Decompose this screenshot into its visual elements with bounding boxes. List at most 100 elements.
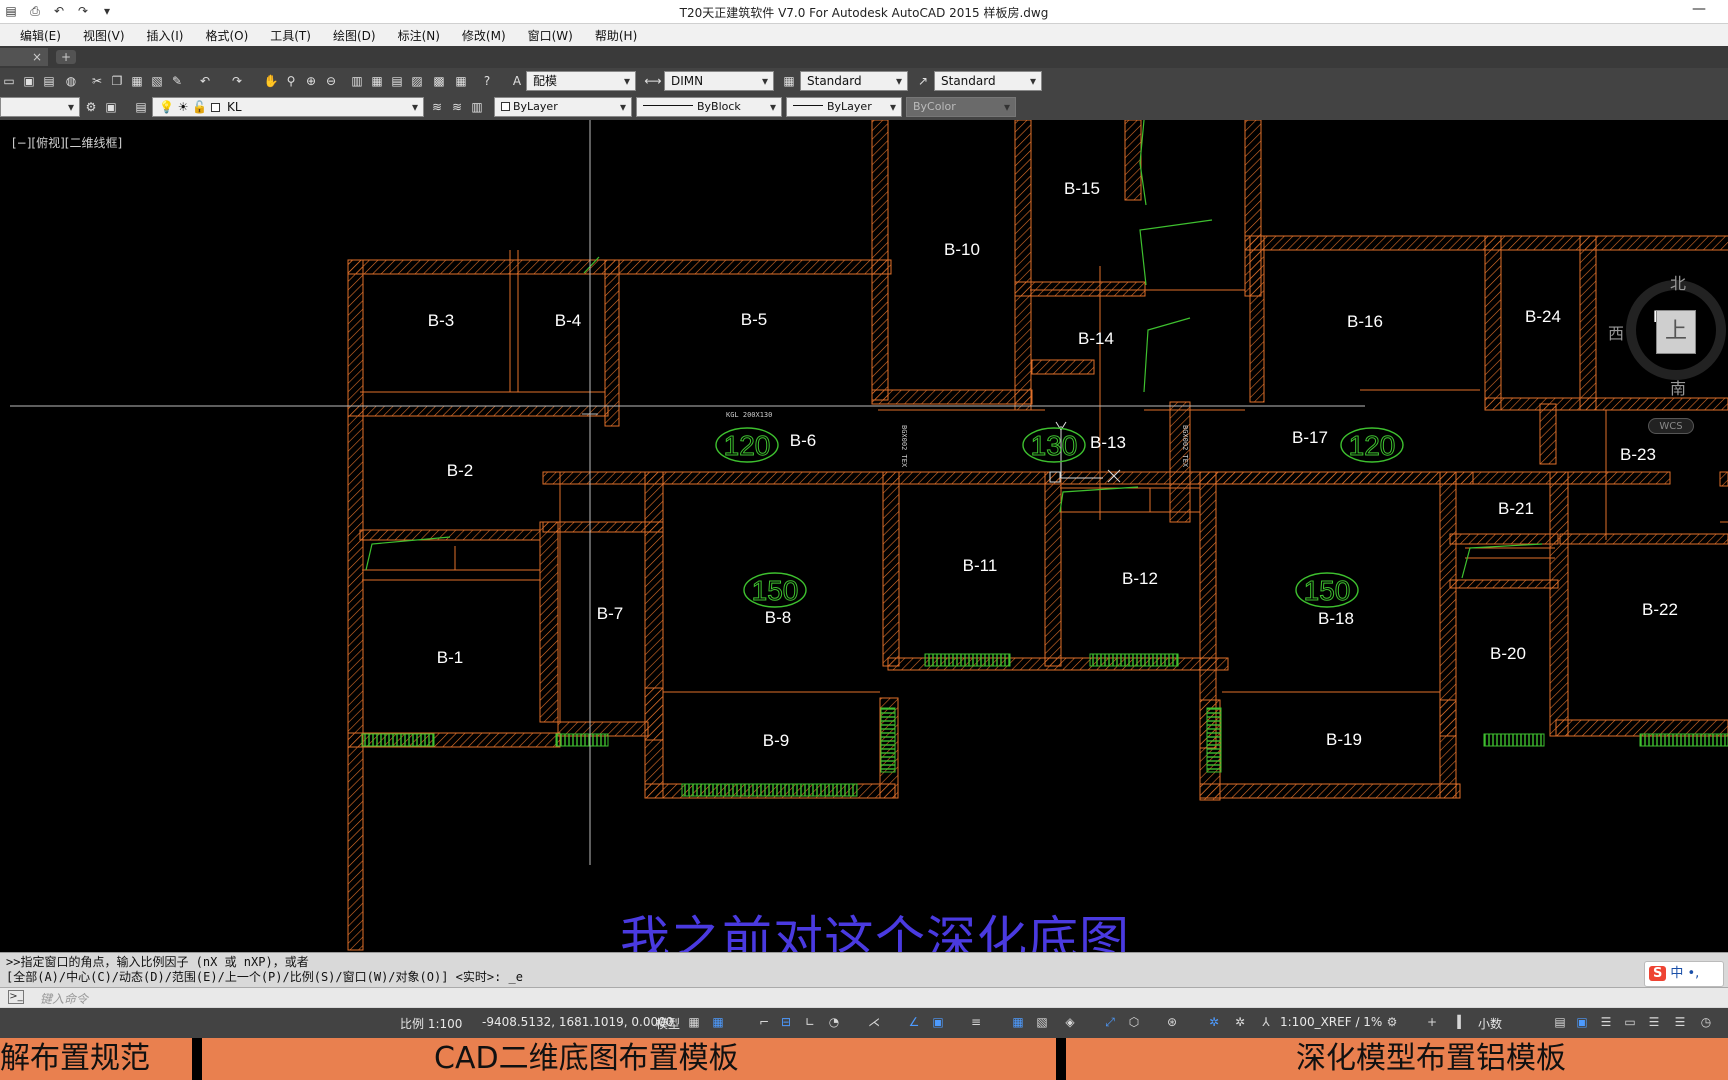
ortho-icon[interactable]: ∟ [802, 1014, 818, 1030]
dynamic-ucs-icon[interactable]: ⤢ [1102, 1014, 1118, 1030]
cut-icon[interactable]: ✂ [88, 72, 106, 90]
menu-view[interactable]: 视图(V) [83, 27, 125, 44]
lineweight-icon[interactable]: ≡ [968, 1014, 984, 1030]
customization-icon[interactable]: ☰ [1672, 1014, 1688, 1030]
multileader-style-select[interactable]: Standard ▾ [934, 71, 1042, 91]
isometric-icon[interactable]: ⋌ [866, 1014, 882, 1030]
units-icon[interactable]: ▍ [1454, 1014, 1470, 1030]
linetype-select[interactable]: ByBlock ▾ [636, 97, 782, 117]
menu-edit[interactable]: 编辑(E) [20, 27, 61, 44]
object-snap-tracking-icon[interactable]: ∠ [906, 1014, 922, 1030]
table-style-select[interactable]: Standard ▾ [800, 71, 908, 91]
selection-filter-icon[interactable]: ⬡ [1126, 1014, 1142, 1030]
match-properties-icon[interactable]: ▧ [148, 72, 166, 90]
menu-dimension[interactable]: 标注(N) [398, 27, 440, 44]
minimize-button[interactable]: — [1684, 0, 1714, 22]
copy-icon[interactable]: ❐ [108, 72, 126, 90]
menu-draw[interactable]: 绘图(D) [333, 27, 376, 44]
make-current-layer-icon[interactable]: ≋ [428, 98, 446, 116]
viewcube[interactable]: 北 西 南 上 WCS [1608, 270, 1728, 440]
compass-west[interactable]: 西 [1608, 320, 1624, 344]
tool-palettes-icon[interactable]: ▤ [388, 72, 406, 90]
viewport-icon[interactable]: ▣ [102, 98, 120, 116]
layer-select[interactable]: 💡 ☀ 🔓 KL ▾ [152, 97, 424, 117]
drawing-canvas[interactable]: 120 130 120 150 150 B-1 B-2 B-3 B-4 B-5 B-6 B-7 B-8… [0, 120, 1728, 954]
publish-icon[interactable]: ◍ [62, 72, 80, 90]
undo-icon[interactable]: ↶ [196, 72, 214, 90]
save-icon[interactable]: ▤ [40, 72, 58, 90]
menu-window[interactable]: 窗口(W) [528, 27, 573, 44]
quick-properties-icon[interactable]: ▤ [1552, 1014, 1568, 1030]
pan-icon[interactable]: ✋ [262, 72, 280, 90]
lineweight-select[interactable]: ByLayer ▾ [786, 97, 902, 117]
layer-previous-icon[interactable]: ≋ [448, 98, 466, 116]
3d-osnap-icon[interactable]: ◈ [1062, 1014, 1078, 1030]
layer-state-icon[interactable]: ▥ [468, 98, 486, 116]
sheet-set-icon[interactable]: ▨ [408, 72, 426, 90]
isolate-objects-icon[interactable]: ☰ [1598, 1014, 1614, 1030]
ime-indicator[interactable]: S中 •, [1644, 961, 1724, 987]
units-format[interactable]: 小数 [1478, 1015, 1502, 1032]
close-icon[interactable]: × [32, 50, 42, 64]
gizmo-icon[interactable]: ⊛ [1164, 1014, 1180, 1030]
lock-ui-icon[interactable]: ▣ [1574, 1014, 1590, 1030]
calculator-icon[interactable]: ▦ [452, 72, 470, 90]
gear-icon[interactable]: ⚙ [82, 98, 100, 116]
color-select[interactable]: ByLayer ▾ [494, 97, 632, 117]
command-prompt-icon[interactable]: >_ [8, 990, 24, 1004]
properties-icon[interactable]: ▥ [348, 72, 366, 90]
zoom-realtime-icon[interactable]: ⚲ [282, 72, 300, 90]
compass-north[interactable]: 北 [1670, 270, 1686, 294]
clean-screen-icon[interactable]: ☰ [1646, 1014, 1662, 1030]
snap-icon[interactable]: ▦ [710, 1014, 726, 1030]
command-input[interactable]: >_ 键入命令 [0, 987, 1728, 1007]
cursor-coordinates[interactable]: -9408.5132, 1681.1019, 0.0000 [482, 1015, 673, 1029]
markup-icon[interactable]: ▩ [430, 72, 448, 90]
design-center-icon[interactable]: ▦ [368, 72, 386, 90]
menu-tools[interactable]: 工具(T) [270, 27, 311, 44]
menu-help[interactable]: 帮助(H) [595, 27, 637, 44]
dynamic-input-icon[interactable]: ⊟ [778, 1014, 794, 1030]
dim-style-icon[interactable]: ⟷ [644, 72, 662, 90]
table-style-icon[interactable]: ▦ [780, 72, 798, 90]
zoom-previous-icon[interactable]: ⊖ [322, 72, 340, 90]
xref-scale[interactable]: 1:100_XREF / 1% [1280, 1015, 1382, 1029]
dim-style-select[interactable]: DIMN ▾ [664, 71, 774, 91]
transparency-icon[interactable]: ▦ [1010, 1014, 1026, 1030]
zoom-window-icon[interactable]: ⊕ [302, 72, 320, 90]
workspace-gear-icon[interactable]: ⚙ [1384, 1014, 1400, 1030]
grid-icon[interactable]: ▦ [686, 1014, 702, 1030]
model-space-toggle[interactable]: 模型 [656, 1015, 680, 1032]
menu-format[interactable]: 格式(O) [205, 27, 248, 44]
workspace-select[interactable]: ▾ [0, 97, 80, 117]
annotation-scale-icon[interactable]: ⅄ [1258, 1014, 1274, 1030]
menu-modify[interactable]: 修改(M) [462, 27, 506, 44]
open-icon[interactable]: ▣ [20, 72, 38, 90]
menu-insert[interactable]: 插入(I) [147, 27, 184, 44]
status-menu-icon[interactable]: ◷ [1698, 1014, 1714, 1030]
paste-icon[interactable]: ▦ [128, 72, 146, 90]
infer-constraints-icon[interactable]: ⌐ [756, 1014, 772, 1030]
block-editor-icon[interactable]: ✎ [168, 72, 186, 90]
polar-icon[interactable]: ◔ [826, 1014, 842, 1030]
new-icon[interactable]: ▭ [0, 72, 18, 90]
multileader-style-icon[interactable]: ↗ [914, 72, 932, 90]
redo-icon[interactable]: ↷ [228, 72, 246, 90]
annotation-monitor-icon[interactable]: + [1424, 1014, 1440, 1030]
layer-properties-icon[interactable]: ▤ [132, 98, 150, 116]
help-icon[interactable]: ? [478, 72, 496, 90]
file-tab[interactable]: × [0, 48, 48, 66]
hardware-acceleration-icon[interactable]: ▭ [1622, 1014, 1638, 1030]
annotation-scale[interactable]: 比例 1:100 [400, 1015, 462, 1032]
viewport-controls-label[interactable]: [−][俯视][二维线框] [12, 134, 122, 151]
wcs-menu[interactable]: WCS [1648, 418, 1694, 434]
object-snap-icon[interactable]: ▣ [930, 1014, 946, 1030]
text-style-icon[interactable]: A [508, 72, 526, 90]
text-style-select[interactable]: 配模 ▾ [526, 71, 636, 91]
selection-cycling-icon[interactable]: ▧ [1034, 1014, 1050, 1030]
compass-south[interactable]: 南 [1670, 375, 1686, 399]
viewcube-top-face[interactable]: 上 [1656, 310, 1696, 354]
auto-scale-icon[interactable]: ✲ [1232, 1014, 1248, 1030]
annotation-visibility-icon[interactable]: ✲ [1206, 1014, 1222, 1030]
new-tab-button[interactable]: + [56, 50, 76, 64]
